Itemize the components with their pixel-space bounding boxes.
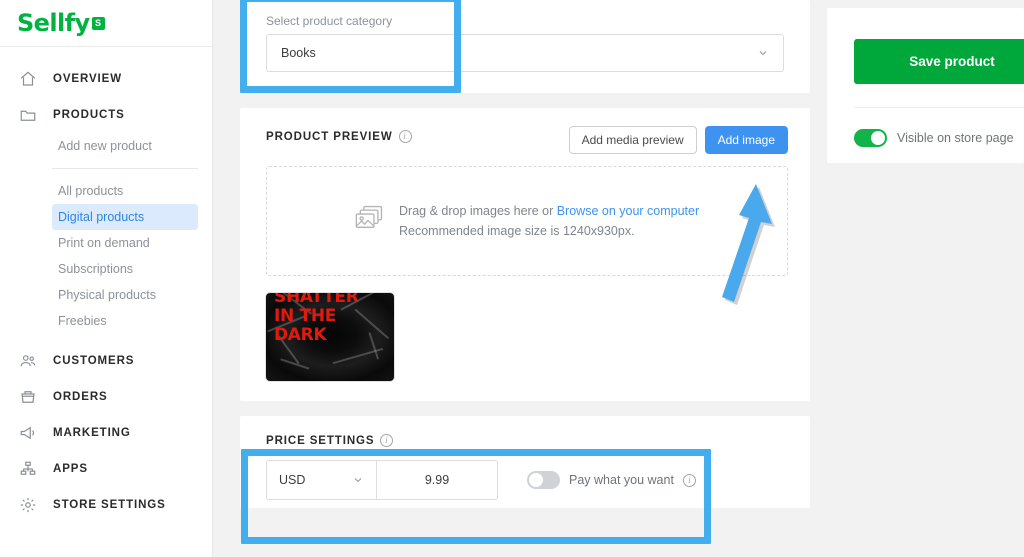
sidebar-item-customers[interactable]: CUSTOMERS [0,343,212,379]
thumbnail-title: SHATTER IN THE DARK [274,293,359,345]
visible-on-store-label: Visible on store page [897,131,1014,145]
sidebar-item-marketing[interactable]: MARKETING [0,415,212,451]
products-submenu: Add new product All products Digital pro… [0,133,212,334]
brand-name: Sellfy [17,9,90,37]
price-settings-card: PRICE SETTINGS i USD Pay what you want i [240,416,810,508]
megaphone-icon [17,422,39,444]
category-label: Select product category [266,14,393,28]
sidebar-item-print-on-demand[interactable]: Print on demand [52,230,198,256]
chevron-down-icon [757,47,769,59]
visibility-row: Visible on store page [854,129,1024,147]
pay-what-you-want-label: Pay what you want [569,473,674,487]
add-media-preview-button[interactable]: Add media preview [568,126,697,154]
people-icon [17,350,39,372]
main-content: Select product category Books PRODUCT PR… [213,0,827,557]
price-settings-title-text: PRICE SETTINGS [266,434,375,447]
panel-divider [854,107,1024,108]
sidebar: Sellfy S OVERVIEW PRODUCTS Add new produc… [0,0,213,557]
images-stack-icon [355,205,385,237]
browse-computer-link[interactable]: Browse on your computer [557,204,699,218]
toggle-knob [871,131,885,145]
thumbnail-line-3: DARK [274,325,327,345]
sidebar-item-orders-label: ORDERS [53,391,108,403]
save-product-button[interactable]: Save product [854,39,1024,84]
sidebar-sublabel: Print on demand [58,236,150,250]
chevron-down-icon [352,474,364,486]
gear-icon [17,494,39,516]
info-icon[interactable]: i [398,130,412,143]
category-value: Books [281,46,316,60]
sidebar-item-orders[interactable]: ORDERS [0,379,212,415]
dropzone-line1-prefix: Drag & drop images here or [399,204,557,218]
folder-icon [17,104,39,126]
submenu-divider [52,168,198,169]
visible-on-store-toggle[interactable] [854,129,887,147]
right-panel: Save product Visible on store page [827,0,1024,557]
sidebar-sublabel: Add new product [58,139,152,153]
thumbnail-line-2: IN THE [274,306,337,326]
thumbnail-line-1: SHATTER [274,293,359,307]
sidebar-item-subscriptions[interactable]: Subscriptions [52,256,198,282]
pay-what-you-want-row: Pay what you want i [527,471,696,489]
dropzone-line-1: Drag & drop images here or Browse on you… [399,201,699,221]
category-select[interactable]: Books [266,34,784,72]
sidebar-item-overview[interactable]: OVERVIEW [0,61,212,97]
sidebar-item-digital-products[interactable]: Digital products [52,204,198,230]
pay-what-you-want-toggle[interactable] [527,471,560,489]
product-preview-title-text: PRODUCT PREVIEW [266,130,393,143]
currency-value: USD [279,473,306,487]
price-input[interactable] [376,460,498,500]
price-row: USD Pay what you want i [266,460,788,500]
sidebar-item-store-settings-label: STORE SETTINGS [53,499,166,511]
product-preview-card: PRODUCT PREVIEW i Add media preview Add … [240,108,810,401]
sidebar-item-apps-label: APPS [53,463,88,475]
sidebar-sublabel: Subscriptions [58,262,134,276]
sidebar-item-all-products[interactable]: All products [52,178,198,204]
price-settings-title: PRICE SETTINGS i [266,434,788,447]
publish-card: Save product Visible on store page [827,8,1024,163]
sidebar-item-freebies[interactable]: Freebies [52,308,198,334]
info-icon[interactable]: i [682,473,696,487]
sidebar-sublabel: Digital products [58,210,145,224]
sidebar-sublabel: All products [58,184,124,198]
apps-icon [17,458,39,480]
brand-badge: S [91,17,105,30]
sidebar-sublabel: Freebies [58,314,107,328]
product-preview-title: PRODUCT PREVIEW i [266,130,412,143]
home-icon [17,68,39,90]
brand-logo[interactable]: Sellfy S [0,0,212,47]
toggle-knob [529,473,543,487]
sidebar-item-products-label: PRODUCTS [53,109,125,121]
image-dropzone[interactable]: Drag & drop images here or Browse on you… [266,166,788,276]
dropzone-line-2: Recommended image size is 1240x930px. [399,224,635,238]
dropzone-text: Drag & drop images here or Browse on you… [399,201,699,241]
add-image-button[interactable]: Add image [704,126,788,154]
sidebar-item-products[interactable]: PRODUCTS [0,97,212,133]
sidebar-item-marketing-label: MARKETING [53,427,131,439]
app-root: Sellfy S OVERVIEW PRODUCTS Add new produc… [0,0,1024,557]
sidebar-sublabel: Physical products [58,288,156,302]
sidebar-item-physical-products[interactable]: Physical products [52,282,198,308]
sidebar-item-customers-label: CUSTOMERS [53,355,135,367]
sidebar-item-apps[interactable]: APPS [0,451,212,487]
sidebar-item-overview-label: OVERVIEW [53,73,122,85]
sidebar-nav: OVERVIEW PRODUCTS Add new product All pr… [0,47,212,523]
basket-icon [17,386,39,408]
info-icon[interactable]: i [380,434,394,447]
product-preview-header: PRODUCT PREVIEW i Add media preview Add … [266,126,788,154]
product-category-card: Select product category Books [240,0,810,93]
sidebar-item-store-settings[interactable]: STORE SETTINGS [0,487,212,523]
product-thumbnail[interactable]: SHATTER IN THE DARK [266,293,394,381]
sidebar-item-add-new-product[interactable]: Add new product [52,133,198,159]
currency-select[interactable]: USD [266,460,376,500]
